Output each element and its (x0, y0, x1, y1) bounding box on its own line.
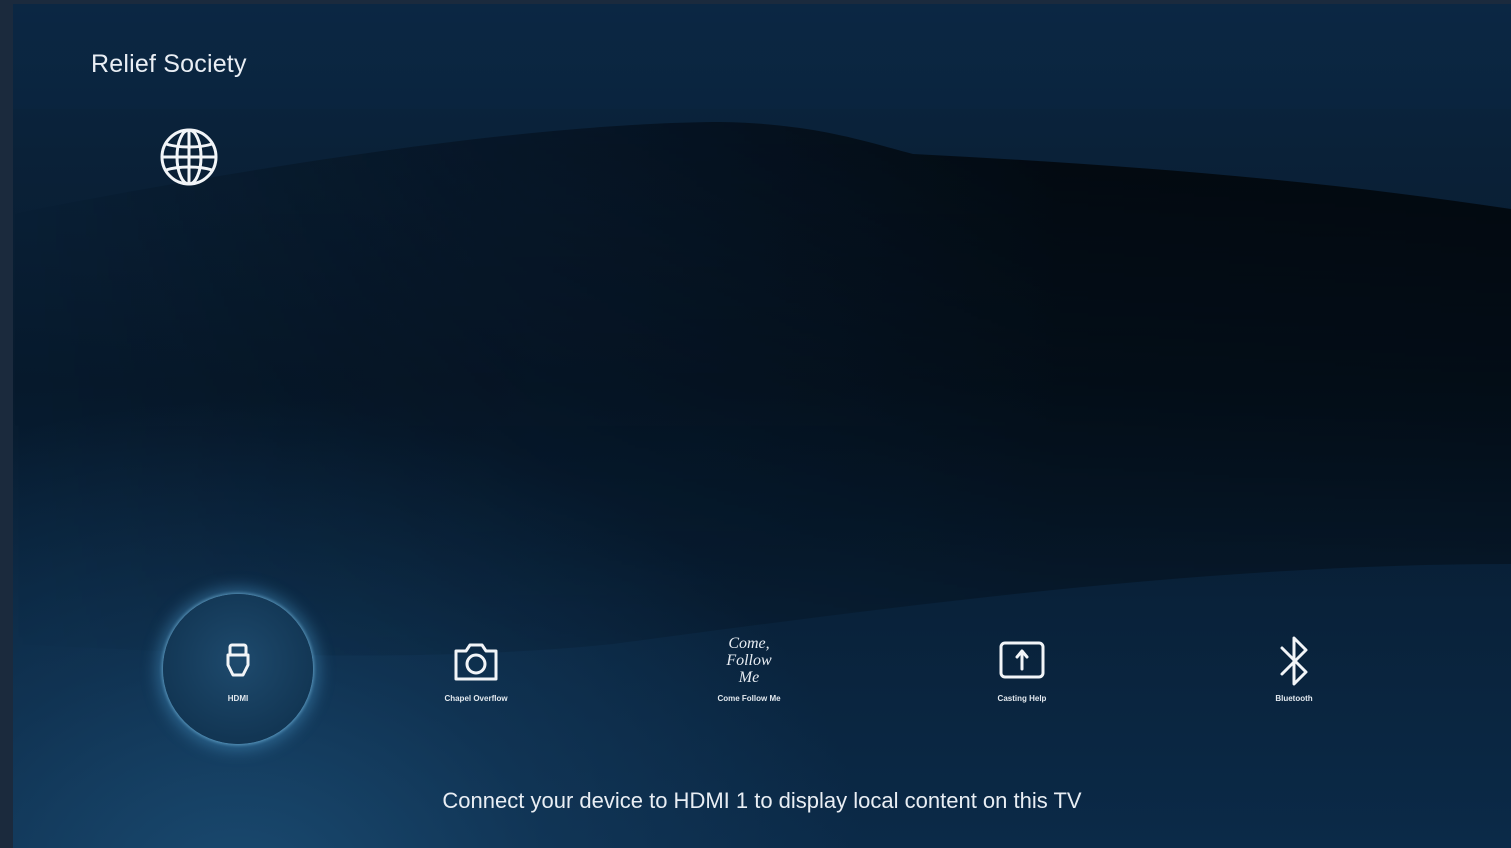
tile-label: HDMI (227, 693, 249, 703)
camera-icon (451, 636, 501, 686)
tile-label: Come Follow Me (717, 693, 781, 703)
logo-line-1: Come, (728, 635, 770, 652)
room-title: Relief Society (91, 50, 247, 78)
tile-label: Casting Help (997, 693, 1047, 703)
source-tiles: HDMI Chapel Overflow Come, Follow Me Com… (13, 594, 1511, 764)
bluetooth-icon (1269, 636, 1319, 686)
hdmi-icon (213, 636, 263, 686)
tile-come-follow-me[interactable]: Come, Follow Me Come Follow Me (674, 594, 824, 744)
tile-bluetooth[interactable]: Bluetooth (1219, 594, 1369, 744)
come-follow-me-logo: Come, Follow Me (724, 635, 774, 686)
globe-icon[interactable] (158, 126, 220, 188)
tile-casting-help[interactable]: Casting Help (947, 594, 1097, 744)
tv-frame: Relief Society HDMI Chapel Overflow Come… (0, 0, 1511, 848)
logo-line-2: Follow Me (726, 652, 772, 686)
tv-screen: Relief Society HDMI Chapel Overflow Come… (13, 4, 1511, 848)
tile-label: Bluetooth (1275, 693, 1313, 703)
tile-chapel-overflow[interactable]: Chapel Overflow (401, 594, 551, 744)
tile-hdmi[interactable]: HDMI (163, 594, 313, 744)
tile-label: Chapel Overflow (444, 693, 508, 703)
cast-upload-icon (997, 636, 1047, 686)
status-message: Connect your device to HDMI 1 to display… (442, 788, 1082, 813)
